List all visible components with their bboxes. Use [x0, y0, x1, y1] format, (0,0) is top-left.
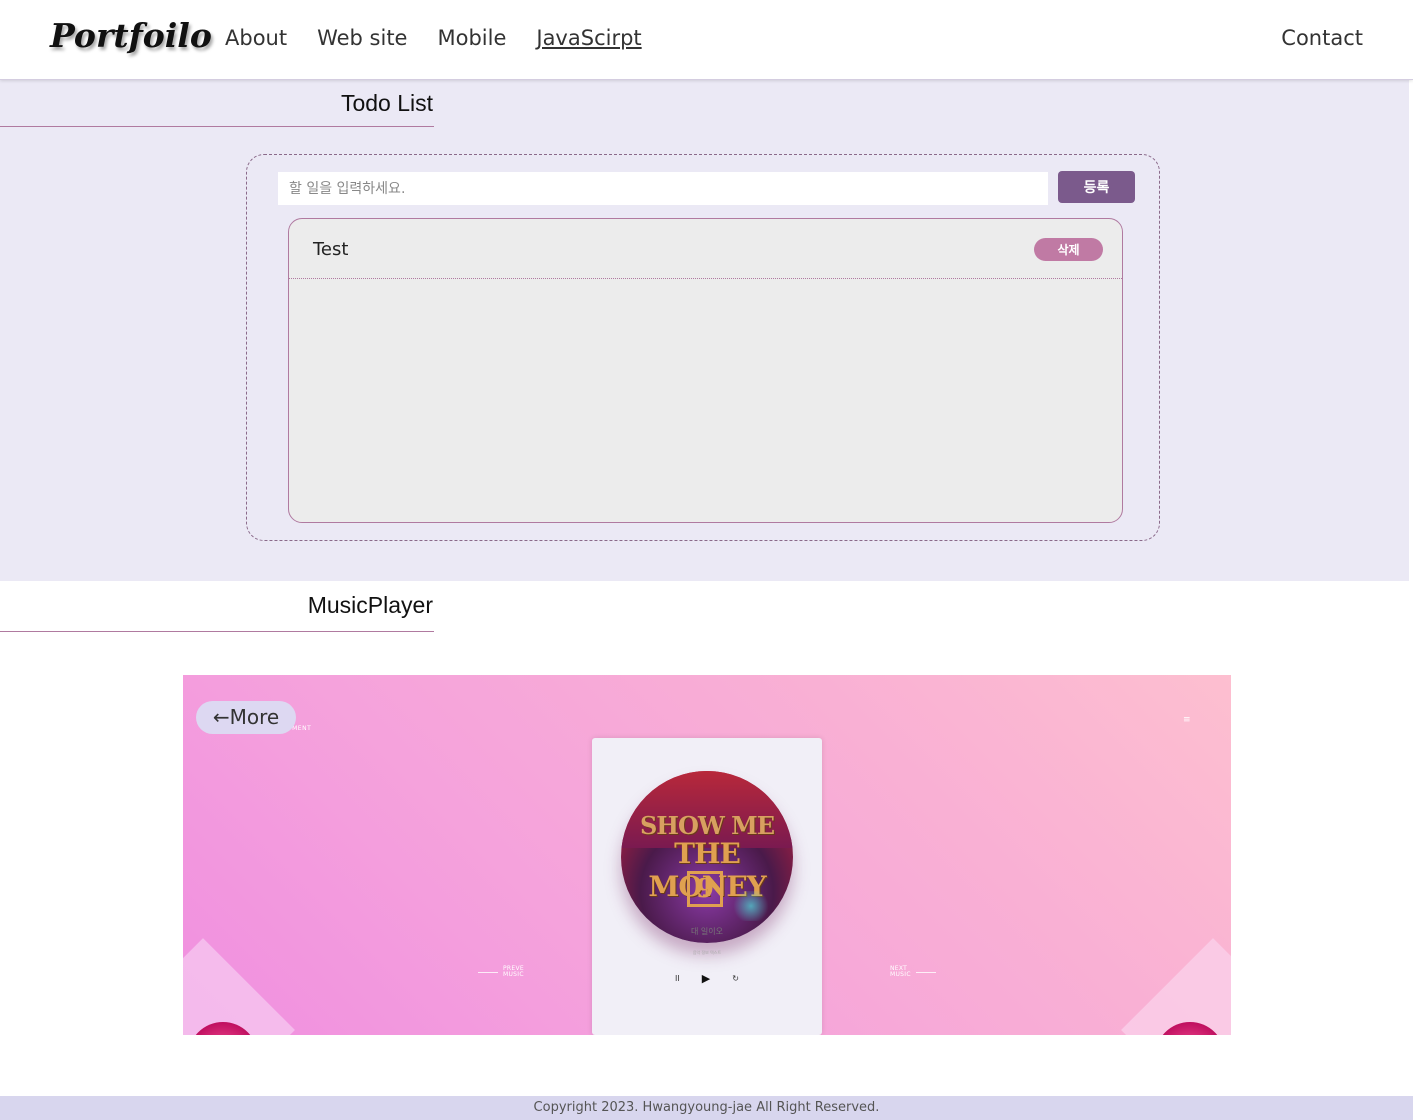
todo-title-divider: [0, 126, 434, 127]
nav-website[interactable]: Web site: [317, 26, 407, 50]
player-controls: II ▶ ↻: [592, 972, 822, 985]
nav-about[interactable]: About: [225, 26, 287, 50]
album-number: 9: [687, 871, 723, 907]
decorative-diamond-left: [183, 938, 295, 1035]
nav-mobile[interactable]: Mobile: [437, 26, 506, 50]
site-header: Portfoilo About Web site Mobile JavaScir…: [0, 0, 1413, 80]
todo-section-title: Todo List: [340, 90, 433, 116]
more-button[interactable]: ←More: [196, 701, 296, 734]
delete-todo-button[interactable]: 삭제: [1034, 238, 1103, 261]
music-player-preview: PMENT ←More ≡ SHOW ME THE MONEY 9 대 일이오 …: [183, 675, 1231, 1035]
prev-music-button[interactable]: PREVE MUSIC: [478, 966, 524, 978]
music-title-divider: [0, 631, 434, 632]
decorative-diamond-right: [1121, 938, 1231, 1035]
logo[interactable]: Portfoilo: [50, 16, 212, 55]
music-section-title: MusicPlayer: [307, 592, 433, 618]
song-subtitle: 음악 정보 텍스트: [692, 950, 722, 955]
play-icon[interactable]: ▶: [702, 972, 710, 985]
album-art: SHOW ME THE MONEY 9: [621, 771, 793, 943]
main-nav: About Web site Mobile JavaScirpt: [225, 26, 642, 50]
todo-item: Test 삭제: [289, 219, 1122, 279]
site-footer: Copyright 2023. Hwangyoung-jae All Right…: [0, 1096, 1413, 1120]
next-music-button[interactable]: NEXT MUSIC: [890, 966, 936, 978]
todo-container: 등록 Test 삭제: [246, 154, 1160, 541]
next-label-2: MUSIC: [890, 971, 911, 978]
nav-contact[interactable]: Contact: [1281, 26, 1363, 50]
pause-icon[interactable]: II: [675, 974, 680, 983]
todo-list: Test 삭제: [288, 218, 1123, 523]
repeat-icon[interactable]: ↻: [732, 974, 739, 983]
menu-icon[interactable]: ≡: [1183, 715, 1191, 725]
player-card: SHOW ME THE MONEY 9 대 일이오 음악 정보 텍스트 II ▶…: [592, 738, 822, 1035]
todo-item-text: Test: [313, 239, 349, 260]
add-todo-button[interactable]: 등록: [1058, 171, 1135, 203]
nav-javascript[interactable]: JavaScirpt: [536, 26, 641, 50]
song-title: 대 일이오: [691, 927, 723, 936]
album-title-line1: SHOW ME: [639, 811, 775, 840]
prev-label-2: MUSIC: [503, 971, 524, 978]
todo-section: Todo List 등록 Test 삭제: [0, 80, 1409, 581]
todo-input[interactable]: [278, 172, 1048, 205]
